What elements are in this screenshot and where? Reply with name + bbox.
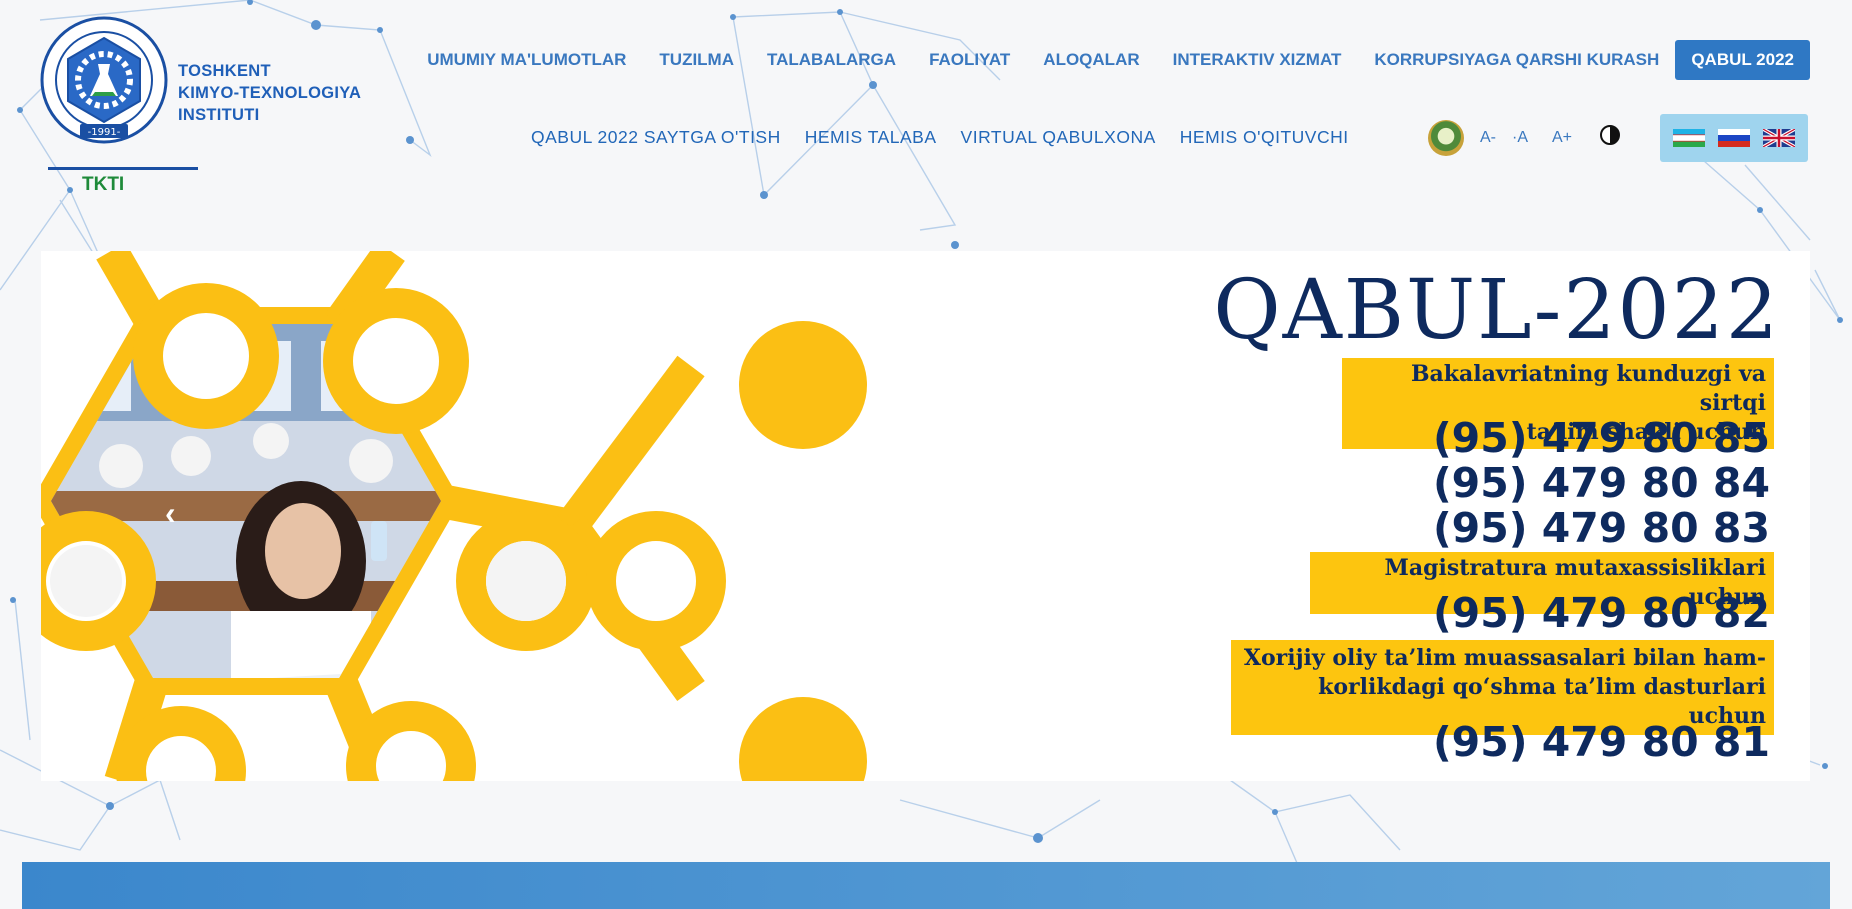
nav-admission-site-link[interactable]: QABUL 2022 SAYTGA O'TISH: [531, 127, 781, 148]
nav-virtual-reception[interactable]: VIRTUAL QABULXONA: [961, 127, 1156, 148]
font-reset-button[interactable]: ·A: [1512, 129, 1528, 147]
language-switcher: [1660, 114, 1808, 162]
hero-banner: ‹ QABUL-2022 Bakalavriatning kunduzgi va…: [41, 251, 1810, 781]
font-decrease-button[interactable]: A-: [1480, 129, 1496, 147]
nav-contacts[interactable]: ALOQALAR: [1043, 50, 1139, 70]
nav-general-info[interactable]: UMUMIY MA'LUMOTLAR: [427, 50, 626, 70]
carousel-prev-arrow[interactable]: ‹: [165, 495, 176, 532]
nav-anti-corruption[interactable]: KORRUPSIYAGA QARSHI KURASH: [1374, 50, 1659, 70]
nav-students[interactable]: TALABALARGA: [767, 50, 896, 70]
institute-name-line: TOSHKENT: [178, 62, 271, 80]
secondary-nav: QABUL 2022 SAYTGA O'TISH HEMIS TALABA VI…: [531, 127, 1349, 148]
hero-title: QABUL-2022: [1213, 263, 1780, 358]
admission-2022-button[interactable]: QABUL 2022: [1675, 40, 1810, 80]
institute-name: TOSHKENT KIMYO-TEXNOLOGIYA INSTITUTI: [178, 60, 361, 126]
flag-uk-icon[interactable]: [1763, 129, 1796, 147]
primary-nav: UMUMIY MA'LUMOTLAR TUZILMA TALABALARGA F…: [400, 40, 1810, 80]
content-band: [22, 862, 1830, 909]
logo-underline: [48, 167, 198, 170]
institute-name-line: KIMYO-TEXNOLOGIYA: [178, 84, 362, 102]
joint-label-line: Xorijiy oliy ta’lim muassasalari bilan h…: [1243, 645, 1766, 671]
joint-programs-phone: (95) 479 80 81: [1432, 718, 1770, 766]
nav-interactive-services[interactable]: INTERAKTIV XIZMAT: [1173, 50, 1342, 70]
flag-russia-icon[interactable]: [1717, 129, 1750, 147]
font-increase-button[interactable]: A+: [1552, 129, 1572, 147]
nav-structure[interactable]: TUZILMA: [659, 50, 734, 70]
institute-name-line: INSTITUTI: [178, 106, 260, 124]
institute-seal-icon: -1991-: [40, 16, 168, 144]
master-phone: (95) 479 80 82: [1432, 589, 1770, 637]
bachelor-phone-3: (95) 479 80 83: [1432, 504, 1770, 552]
bachelor-phone-2: (95) 479 80 84: [1432, 459, 1770, 507]
bachelor-phone-1: (95) 479 80 85: [1432, 414, 1770, 462]
accessibility-toolbar: A- ·A A+: [1428, 120, 1621, 156]
bachelor-label-line: Bakalavriatning kunduzgi va sirtqi: [1410, 361, 1766, 416]
state-emblem-icon[interactable]: [1428, 120, 1464, 156]
flag-uzbekistan-icon[interactable]: [1672, 129, 1705, 147]
logo-abbreviation: TKTI: [82, 174, 125, 195]
contrast-icon[interactable]: [1600, 125, 1621, 145]
nav-hemis-student[interactable]: HEMIS TALABA: [805, 127, 937, 148]
nav-activity[interactable]: FAOLIYAT: [929, 50, 1010, 70]
institute-logo[interactable]: -1991- TKTI TOSHKENT KIMYO-TEXNOLOGIYA I…: [40, 16, 380, 195]
seal-year: -1991-: [88, 127, 121, 138]
nav-hemis-teacher[interactable]: HEMIS O'QITUVCHI: [1180, 127, 1349, 148]
